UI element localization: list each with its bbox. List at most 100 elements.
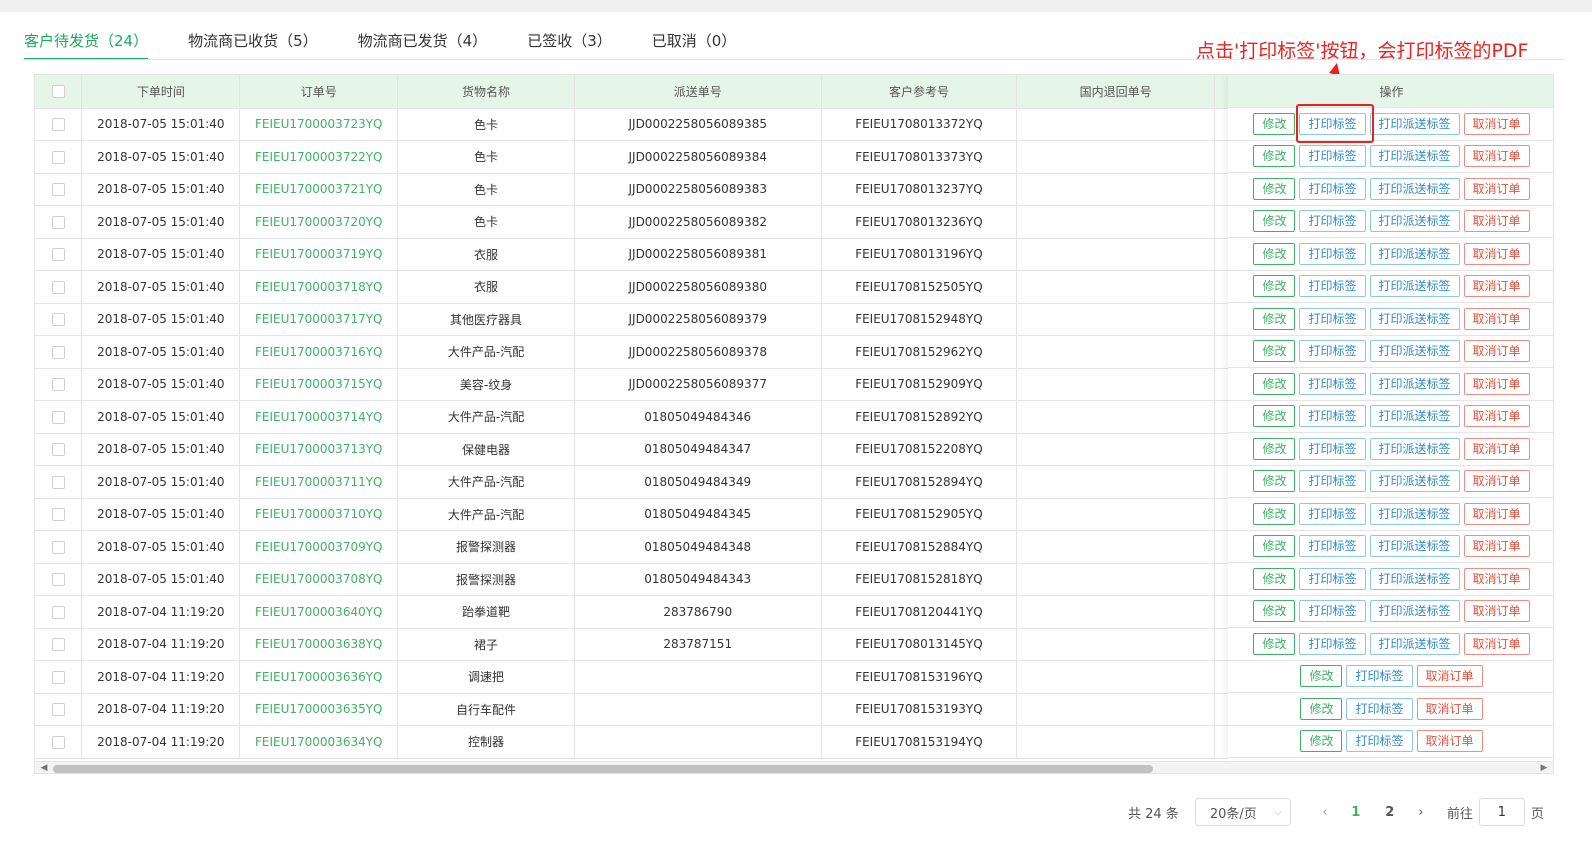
row-checkbox[interactable] bbox=[51, 215, 65, 229]
tab-3[interactable]: 已签收（3） bbox=[527, 26, 612, 60]
edit-button[interactable]: 修改 bbox=[1253, 405, 1296, 428]
cancel-order-button[interactable]: 取消订单 bbox=[1463, 372, 1530, 395]
edit-button[interactable]: 修改 bbox=[1253, 340, 1296, 363]
row-checkbox[interactable] bbox=[51, 378, 65, 392]
edit-button[interactable]: 修改 bbox=[1253, 145, 1296, 168]
print-label-button[interactable]: 打印标签 bbox=[1346, 697, 1413, 720]
page-2-button[interactable]: 2 bbox=[1373, 805, 1407, 820]
cancel-order-button[interactable]: 取消订单 bbox=[1463, 405, 1530, 428]
prev-page-icon[interactable]: ‹ bbox=[1311, 805, 1339, 820]
cell-order-no[interactable]: FEIEU1700003719YQ bbox=[239, 238, 399, 271]
edit-button[interactable]: 修改 bbox=[1253, 502, 1296, 525]
edit-button[interactable]: 修改 bbox=[1253, 242, 1296, 265]
scroll-left-icon[interactable]: ◀ bbox=[37, 762, 51, 773]
edit-button[interactable]: 修改 bbox=[1253, 632, 1296, 655]
edit-button[interactable]: 修改 bbox=[1253, 437, 1296, 460]
row-checkbox[interactable] bbox=[51, 670, 65, 684]
print-label-button[interactable]: 打印标签 bbox=[1299, 470, 1366, 493]
print-delivery-label-button[interactable]: 打印派送标签 bbox=[1369, 145, 1460, 168]
edit-button[interactable]: 修改 bbox=[1253, 307, 1296, 330]
row-checkbox[interactable] bbox=[51, 508, 65, 522]
print-delivery-label-button[interactable]: 打印派送标签 bbox=[1369, 242, 1460, 265]
row-checkbox[interactable] bbox=[51, 573, 65, 587]
print-delivery-label-button[interactable]: 打印派送标签 bbox=[1369, 600, 1460, 623]
tab-1[interactable]: 物流商已收货（5） bbox=[188, 26, 318, 60]
print-delivery-label-button[interactable]: 打印派送标签 bbox=[1369, 210, 1460, 233]
print-label-button[interactable]: 打印标签 bbox=[1346, 665, 1413, 688]
cell-order-no[interactable]: FEIEU1700003709YQ bbox=[239, 530, 399, 564]
print-delivery-label-button[interactable]: 打印派送标签 bbox=[1369, 177, 1460, 200]
row-checkbox[interactable] bbox=[51, 638, 65, 652]
cancel-order-button[interactable]: 取消订单 bbox=[1463, 210, 1530, 233]
cancel-order-button[interactable]: 取消订单 bbox=[1463, 600, 1530, 623]
row-checkbox[interactable] bbox=[51, 280, 65, 294]
next-page-icon[interactable]: › bbox=[1407, 805, 1435, 820]
print-label-button[interactable]: 打印标签 bbox=[1346, 730, 1413, 753]
page-1-button[interactable]: 1 bbox=[1339, 805, 1373, 820]
print-label-button[interactable]: 打印标签 bbox=[1299, 600, 1366, 623]
tab-4[interactable]: 已取消（0） bbox=[652, 26, 737, 60]
print-label-button[interactable]: 打印标签 bbox=[1299, 535, 1366, 558]
row-checkbox[interactable] bbox=[51, 118, 65, 132]
print-delivery-label-button[interactable]: 打印派送标签 bbox=[1369, 275, 1460, 298]
row-checkbox[interactable] bbox=[51, 313, 65, 327]
tab-2[interactable]: 物流商已发货（4） bbox=[358, 26, 488, 60]
tab-0[interactable]: 客户待发货（24） bbox=[24, 26, 149, 60]
cancel-order-button[interactable]: 取消订单 bbox=[1463, 275, 1530, 298]
print-delivery-label-button[interactable]: 打印派送标签 bbox=[1369, 307, 1460, 330]
print-label-button[interactable]: 打印标签 bbox=[1299, 502, 1366, 525]
page-size-select[interactable]: 20条/页 ⌵ bbox=[1194, 798, 1291, 826]
cancel-order-button[interactable]: 取消订单 bbox=[1463, 567, 1530, 590]
print-label-button[interactable]: 打印标签 bbox=[1299, 112, 1366, 135]
print-label-button[interactable]: 打印标签 bbox=[1299, 437, 1366, 460]
edit-button[interactable]: 修改 bbox=[1253, 372, 1296, 395]
row-checkbox[interactable] bbox=[51, 475, 65, 489]
print-label-button[interactable]: 打印标签 bbox=[1299, 210, 1366, 233]
row-checkbox[interactable] bbox=[51, 443, 65, 457]
print-delivery-label-button[interactable]: 打印派送标签 bbox=[1369, 502, 1460, 525]
cell-order-no[interactable]: FEIEU1700003711YQ bbox=[239, 465, 399, 499]
print-label-button[interactable]: 打印标签 bbox=[1299, 405, 1366, 428]
edit-button[interactable]: 修改 bbox=[1253, 210, 1296, 233]
cell-order-no[interactable]: FEIEU1700003713YQ bbox=[239, 433, 399, 466]
row-checkbox[interactable] bbox=[51, 703, 65, 717]
edit-button[interactable]: 修改 bbox=[1300, 730, 1343, 753]
print-label-button[interactable]: 打印标签 bbox=[1299, 567, 1366, 590]
row-checkbox[interactable] bbox=[51, 410, 65, 424]
cell-order-no[interactable]: FEIEU1700003718YQ bbox=[239, 270, 399, 304]
edit-button[interactable]: 修改 bbox=[1253, 112, 1296, 135]
row-checkbox[interactable] bbox=[51, 735, 65, 749]
cancel-order-button[interactable]: 取消订单 bbox=[1463, 242, 1530, 265]
row-checkbox[interactable] bbox=[51, 605, 65, 619]
edit-button[interactable]: 修改 bbox=[1253, 177, 1296, 200]
cancel-order-button[interactable]: 取消订单 bbox=[1416, 697, 1483, 720]
print-label-button[interactable]: 打印标签 bbox=[1299, 177, 1366, 200]
cancel-order-button[interactable]: 取消订单 bbox=[1416, 730, 1483, 753]
cancel-order-button[interactable]: 取消订单 bbox=[1463, 632, 1530, 655]
cancel-order-button[interactable]: 取消订单 bbox=[1463, 502, 1530, 525]
horizontal-scrollbar[interactable]: ◀ ▶ bbox=[35, 761, 1553, 773]
goto-page-input[interactable] bbox=[1478, 798, 1525, 826]
scrollbar-thumb[interactable] bbox=[53, 765, 1153, 773]
cell-order-no[interactable]: FEIEU1700003722YQ bbox=[239, 140, 399, 174]
scroll-right-icon[interactable]: ▶ bbox=[1537, 762, 1551, 773]
cancel-order-button[interactable]: 取消订单 bbox=[1463, 535, 1530, 558]
edit-button[interactable]: 修改 bbox=[1300, 665, 1343, 688]
cell-order-no[interactable]: FEIEU1700003721YQ bbox=[239, 173, 399, 206]
cell-order-no[interactable]: FEIEU1700003715YQ bbox=[239, 368, 399, 401]
cell-order-no[interactable]: FEIEU1700003634YQ bbox=[239, 725, 399, 759]
print-label-button[interactable]: 打印标签 bbox=[1299, 275, 1366, 298]
print-delivery-label-button[interactable]: 打印派送标签 bbox=[1369, 112, 1460, 135]
row-checkbox[interactable] bbox=[51, 540, 65, 554]
cell-order-no[interactable]: FEIEU1700003636YQ bbox=[239, 660, 399, 694]
edit-button[interactable]: 修改 bbox=[1253, 470, 1296, 493]
cancel-order-button[interactable]: 取消订单 bbox=[1463, 437, 1530, 460]
print-delivery-label-button[interactable]: 打印派送标签 bbox=[1369, 632, 1460, 655]
cell-order-no[interactable]: FEIEU1700003635YQ bbox=[239, 693, 399, 726]
row-checkbox[interactable] bbox=[51, 150, 65, 164]
print-delivery-label-button[interactable]: 打印派送标签 bbox=[1369, 437, 1460, 460]
row-checkbox[interactable] bbox=[51, 183, 65, 197]
print-delivery-label-button[interactable]: 打印派送标签 bbox=[1369, 340, 1460, 363]
print-delivery-label-button[interactable]: 打印派送标签 bbox=[1369, 372, 1460, 395]
cell-order-no[interactable]: FEIEU1700003723YQ bbox=[239, 108, 399, 141]
